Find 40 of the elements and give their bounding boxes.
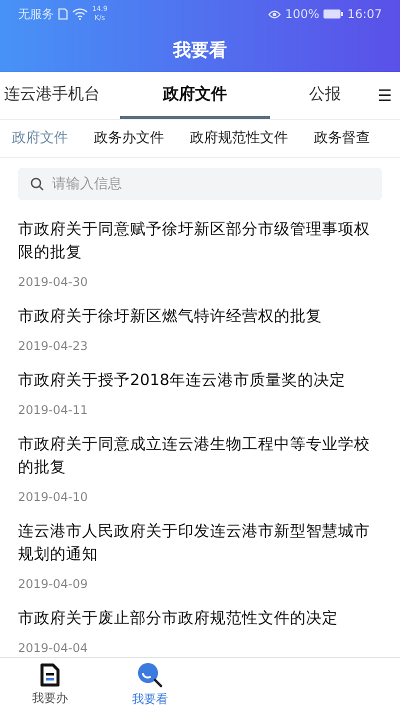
- search-field[interactable]: 请输入信息: [18, 168, 382, 200]
- article-item[interactable]: 市政府关于徐圩新区燃气特许经营权的批复 2019-04-23: [0, 305, 400, 369]
- article-date: 2019-04-10: [18, 489, 89, 505]
- eye-icon: [268, 10, 282, 18]
- sub-tab[interactable]: 政府文件: [12, 128, 68, 149]
- sub-tab[interactable]: 政务办文件: [94, 128, 164, 149]
- battery-icon: [323, 9, 344, 19]
- article-item[interactable]: 市政府关于同意成立连云港生物工程中等专业学校的批复 2019-04-10: [0, 433, 400, 520]
- article-title: 市政府关于同意赋予徐圩新区部分市级管理事项权限的批复: [18, 219, 371, 263]
- article-date: 2019-04-09: [18, 576, 89, 592]
- wifi-icon: [72, 8, 88, 20]
- article-date: 2019-04-11: [18, 402, 89, 418]
- bottom-nav-tab[interactable]: 我要看: [100, 658, 200, 711]
- sub-tab[interactable]: 政务督查: [314, 128, 370, 149]
- search-icon: [137, 662, 163, 688]
- article-title: 连云港市人民政府关于印发连云港市新型智慧城市规划的通知: [18, 521, 371, 565]
- article-item[interactable]: 市政府关于授予2018年连云港市质量奖的决定 2019-04-11: [0, 369, 400, 433]
- article-item[interactable]: 市政府关于同意赋予徐圩新区部分市级管理事项权限的批复 2019-04-30: [0, 218, 400, 305]
- article-date: 2019-04-04: [18, 640, 89, 656]
- channel-tab[interactable]: 政府文件: [120, 72, 270, 119]
- clock-time: 16:07: [347, 6, 382, 23]
- carrier-text: 无服务: [18, 6, 54, 23]
- sim-icon: [58, 8, 68, 20]
- bottom-nav-tab[interactable]: 我要办: [0, 658, 100, 711]
- header-title: 我要看: [173, 38, 227, 62]
- article-title: 市政府关于同意成立连云港生物工程中等专业学校的批复: [18, 434, 371, 478]
- article-title: 市政府关于徐圩新区燃气特许经营权的批复: [18, 306, 323, 327]
- battery-percent: 100%: [285, 6, 320, 23]
- article-date: 2019-04-23: [18, 338, 89, 354]
- document-icon: [39, 662, 61, 686]
- sub-tab[interactable]: 政府规范性文件: [190, 128, 288, 149]
- article-title: 市政府关于废止部分市政府规范性文件的决定: [18, 608, 339, 629]
- article-date: 2019-04-30: [18, 274, 89, 290]
- channel-tab[interactable]: 连云港手机台: [0, 72, 120, 119]
- article-item[interactable]: 连云港市人民政府关于印发连云港市新型智慧城市规划的通知 2019-04-09: [0, 520, 400, 607]
- article-title: 市政府关于授予2018年连云港市质量奖的决定: [18, 370, 346, 391]
- menu-button[interactable]: ☰: [360, 72, 400, 119]
- search-icon: [30, 177, 44, 191]
- channel-tab[interactable]: 公报: [270, 72, 360, 119]
- article-item[interactable]: 市政府关于废止部分市政府规范性文件的决定 2019-04-04: [0, 607, 400, 657]
